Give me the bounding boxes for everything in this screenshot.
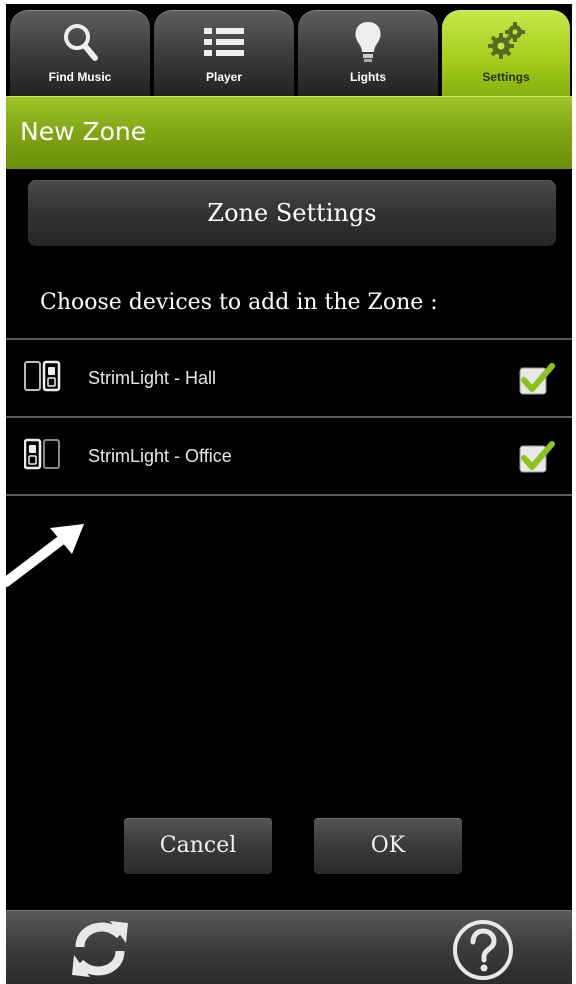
tab-label: Player — [205, 70, 243, 84]
tab-bar: Find Music Player Lights Settings — [6, 4, 572, 96]
help-icon[interactable] — [452, 919, 514, 981]
list-icon — [204, 28, 244, 56]
arrow-annotation-icon — [6, 524, 84, 587]
bulb-icon — [355, 22, 381, 62]
device-name: StrimLight - Office — [88, 446, 232, 466]
zone-settings-button[interactable]: Zone Settings — [28, 180, 556, 246]
cancel-button[interactable]: Cancel — [124, 818, 272, 874]
refresh-icon[interactable] — [70, 921, 130, 977]
divider — [6, 494, 572, 496]
device-row-hall[interactable]: StrimLight - Hall — [6, 340, 572, 416]
tab-player[interactable]: Player — [154, 10, 294, 96]
search-icon — [64, 24, 98, 61]
tab-label: Settings — [482, 70, 530, 84]
app-screen: Find Music Player Lights Settings New Zo… — [6, 4, 572, 984]
device-prompt: Choose devices to add in the Zone : — [40, 290, 438, 315]
tab-lights[interactable]: Lights — [298, 10, 438, 96]
tab-find-music[interactable]: Find Music — [10, 10, 150, 96]
page-header: New Zone — [6, 96, 572, 169]
page-title: New Zone — [20, 117, 147, 146]
checkbox-checked-icon[interactable] — [518, 440, 556, 474]
checkbox-checked-icon[interactable] — [518, 362, 556, 396]
tab-label: Lights — [350, 70, 386, 84]
device-switch-icon — [24, 438, 60, 470]
device-name: StrimLight - Hall — [88, 368, 217, 388]
tab-settings[interactable]: Settings — [442, 10, 570, 96]
bottom-bar — [6, 910, 572, 984]
tab-label: Find Music — [48, 70, 112, 84]
device-switch-icon — [24, 360, 61, 392]
ok-button[interactable]: OK — [314, 818, 462, 874]
device-row-office[interactable]: StrimLight - Office — [6, 418, 572, 494]
gears-icon — [488, 22, 525, 59]
